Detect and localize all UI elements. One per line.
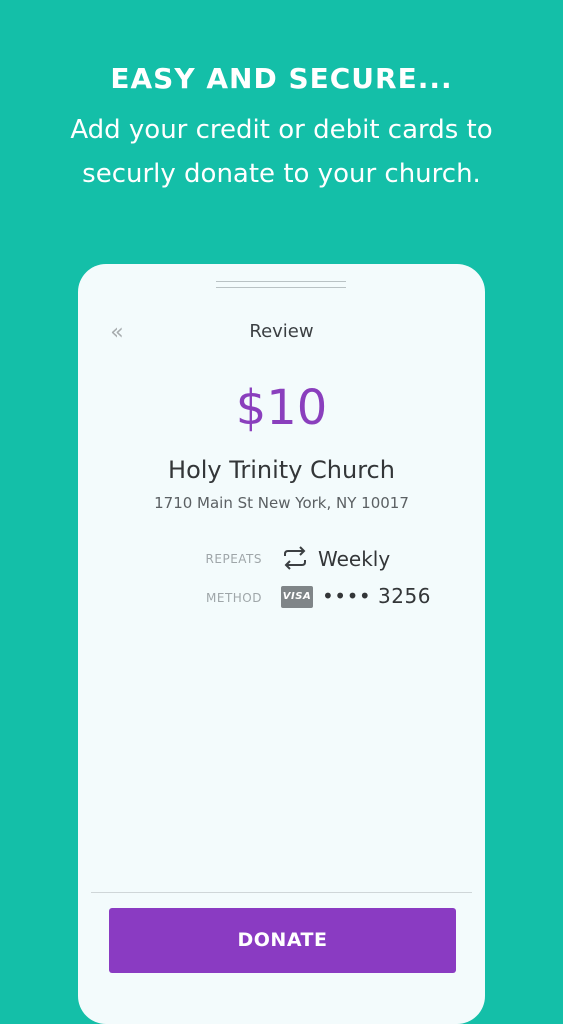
repeats-value: Weekly [318, 547, 391, 571]
phone-frame: « Review $10 Holy Trinity Church 1710 Ma… [78, 264, 485, 1024]
repeat-icon [284, 546, 306, 570]
promo-subtext: Add your credit or debit cards to securl… [70, 115, 493, 189]
repeats-label: REPEATS [205, 552, 262, 566]
church-address: 1710 Main St New York, NY 10017 [154, 494, 409, 512]
speaker-line [216, 281, 346, 282]
screen-title: Review [249, 321, 314, 342]
church-name: Holy Trinity Church [168, 456, 395, 484]
speaker-line [216, 287, 346, 288]
donation-amount: $10 [235, 380, 328, 436]
method-label: METHOD [206, 591, 262, 605]
footer-divider [91, 892, 472, 893]
visa-card-icon: VISA [281, 586, 313, 608]
card-masked-number: •••• 3256 [322, 584, 431, 608]
donate-button[interactable]: DONATE [109, 908, 456, 973]
promo-headline: EASY AND SECURE... [110, 62, 453, 95]
